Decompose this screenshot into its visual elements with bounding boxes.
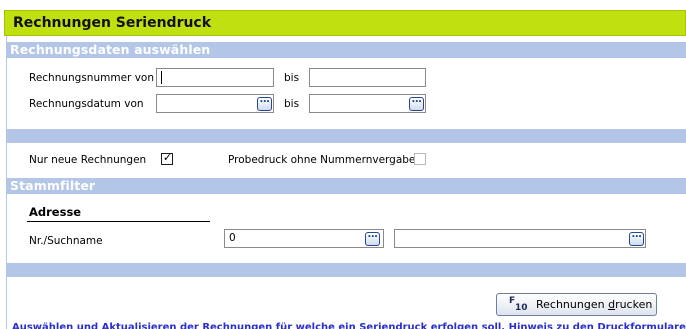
footer-hint-text: Auswählen und Aktualisieren der Rechnung… <box>12 322 686 329</box>
nur-neue-rechnungen-checkbox[interactable]: ✓ <box>161 151 173 165</box>
rechnungsdatum-bis-label: bis <box>284 98 300 110</box>
ellipsis-icon: ... <box>259 94 270 105</box>
ellipsis-icon: ... <box>631 229 642 240</box>
section-separator-2 <box>6 263 686 277</box>
f10-key-icon: F 10 <box>509 296 528 313</box>
nur-neue-rechnungen-label: Nur neue Rechnungen <box>29 154 147 166</box>
rechnungsdatum-von-input[interactable]: ... <box>156 94 274 113</box>
text-caret <box>161 71 162 84</box>
ellipsis-icon: ... <box>367 229 378 240</box>
suchname-label: Nr./Suchname <box>29 235 103 247</box>
rechnungsnummer-bis-input[interactable] <box>309 68 426 87</box>
rechnungsdatum-label: Rechnungsdatum von <box>29 98 144 110</box>
rechnungsnummer-bis-label: bis <box>284 72 300 84</box>
ellipsis-icon: ... <box>411 94 422 105</box>
section-separator-1 <box>6 129 686 143</box>
adresse-nr-picker-button[interactable]: ... <box>365 229 380 246</box>
checkmark-icon: ✓ <box>162 151 173 164</box>
adresse-name-input[interactable]: ... <box>394 229 646 248</box>
adresse-divider <box>27 221 210 222</box>
rechnungen-drucken-label: Rechnungen drucken <box>536 298 652 311</box>
section-title-stammfilter: Stammfilter <box>10 178 96 193</box>
rechnungsdatum-von-picker-button[interactable]: ... <box>257 94 272 111</box>
adresse-nr-input[interactable]: 0 ... <box>224 229 384 248</box>
adresse-name-picker-button[interactable]: ... <box>629 229 644 246</box>
probedruck-checkbox[interactable] <box>414 153 426 165</box>
page-title: Rechnungen Seriendruck <box>13 15 212 31</box>
adresse-nr-value: 0 <box>229 232 236 244</box>
button-label-prefix: Rechnungen <box>536 298 609 311</box>
rechnungsdatum-bis-input[interactable]: ... <box>309 94 426 113</box>
rechnungsnummer-von-input[interactable] <box>156 68 274 87</box>
section-header-stammfilter: Stammfilter <box>6 178 686 194</box>
rechnungsdatum-bis-picker-button[interactable]: ... <box>409 94 424 111</box>
rechnungen-drucken-button[interactable]: F 10 Rechnungen drucken <box>496 293 657 316</box>
section-header-rechnungsdaten: Rechnungsdaten auswählen <box>6 42 686 58</box>
adresse-heading: Adresse <box>29 205 82 219</box>
probedruck-label: Probedruck ohne Nummernvergabe <box>228 154 416 166</box>
f10-key-number: 10 <box>515 303 528 313</box>
rechnungsnummer-label: Rechnungsnummer von <box>29 72 154 84</box>
window-title-bar: Rechnungen Seriendruck <box>4 10 686 36</box>
button-label-suffix: rucken <box>615 298 653 311</box>
button-label-mnemonic: d <box>608 298 616 311</box>
section-title-rechnungsdaten: Rechnungsdaten auswählen <box>10 42 211 57</box>
